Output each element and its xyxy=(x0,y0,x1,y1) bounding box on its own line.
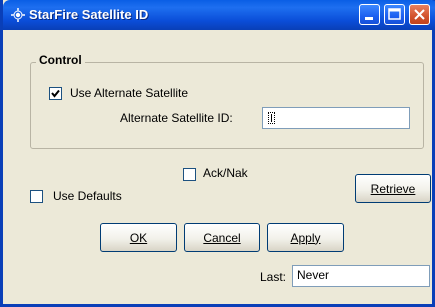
use-alternate-label: Use Alternate Satellite xyxy=(70,86,189,100)
minimize-button[interactable] xyxy=(359,4,380,25)
text-caret xyxy=(268,112,275,124)
apply-button[interactable]: Apply xyxy=(267,223,344,252)
ack-nak-checkbox[interactable] xyxy=(183,168,196,181)
control-group-label: Control xyxy=(36,53,85,67)
use-defaults-checkbox[interactable] xyxy=(30,190,43,203)
window-title: StarFire Satellite ID xyxy=(29,7,149,22)
retrieve-button[interactable]: Retrieve xyxy=(355,174,431,203)
title-bar[interactable]: StarFire Satellite ID xyxy=(3,0,435,30)
ack-nak-label: Ack/Nak xyxy=(203,166,248,180)
dialog-window: StarFire Satellite ID Control Use Altern… xyxy=(0,0,435,307)
close-button[interactable] xyxy=(409,4,430,25)
last-value-field: Never xyxy=(292,265,430,287)
use-alternate-checkbox[interactable] xyxy=(49,87,62,100)
checkmark-icon xyxy=(51,89,60,98)
use-defaults-label: Use Defaults xyxy=(53,189,122,203)
alternate-id-label: Alternate Satellite ID: xyxy=(120,111,233,125)
close-icon xyxy=(414,9,425,20)
ok-button[interactable]: OK xyxy=(100,223,177,252)
alternate-id-input[interactable] xyxy=(262,107,410,129)
cancel-button[interactable]: Cancel xyxy=(184,223,260,252)
minimize-icon xyxy=(365,17,373,20)
maximize-button[interactable] xyxy=(384,4,405,25)
satellite-icon xyxy=(10,7,26,23)
control-groupbox xyxy=(30,62,424,149)
last-label: Last: xyxy=(260,270,287,284)
maximize-icon xyxy=(388,8,401,20)
